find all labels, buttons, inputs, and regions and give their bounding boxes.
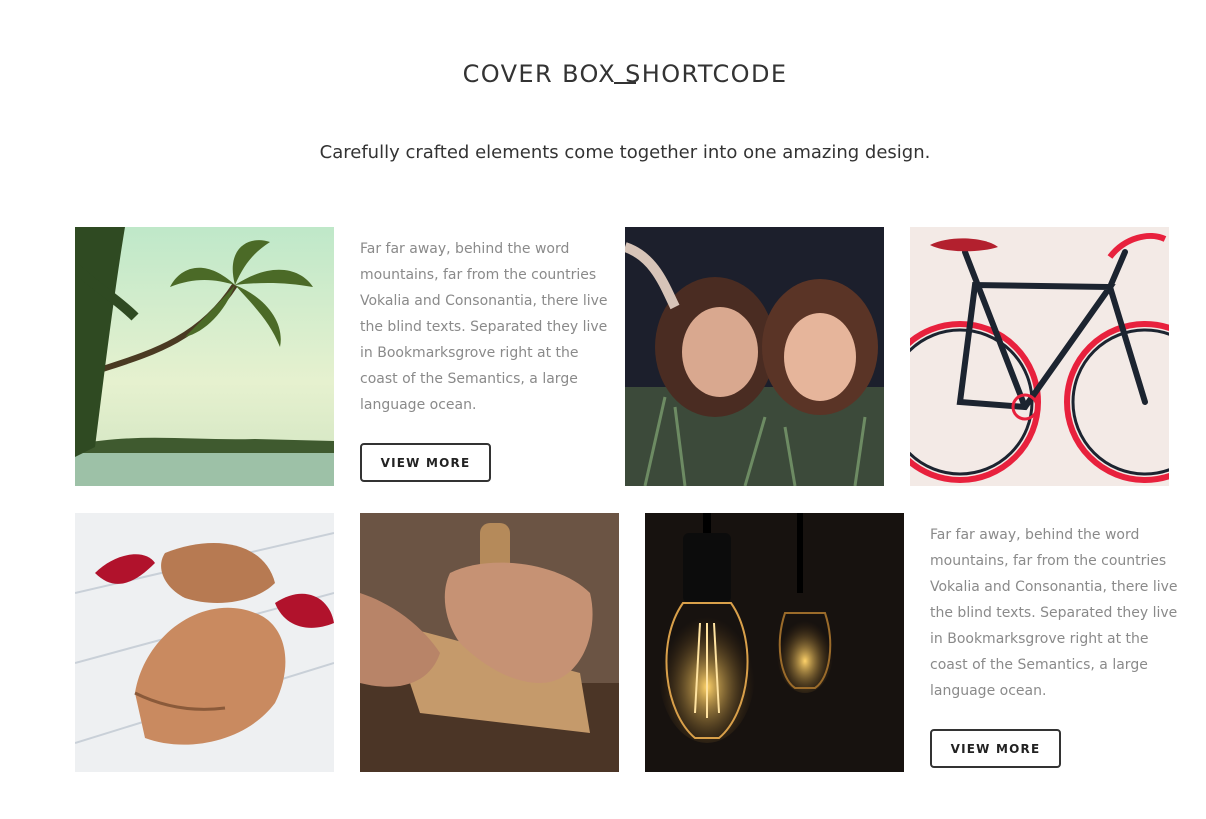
carpenter-hands-image[interactable] [360,513,619,772]
title-divider [614,82,636,84]
page-subtitle: Carefully crafted elements come together… [319,142,931,163]
cover-text-block-1: Far far away, behind the word mountains,… [360,236,610,418]
cover-text-block-2: Far far away, behind the word mountains,… [930,522,1180,704]
cover-description: Far far away, behind the word mountains,… [930,527,1178,699]
sneakers-image[interactable] [75,513,334,772]
view-more-button[interactable]: VIEW MORE [360,443,491,482]
two-girls-image[interactable] [625,227,884,486]
cover-description: Far far away, behind the word mountains,… [360,241,608,413]
page-title: COVER BOX SHORTCODE [462,60,788,89]
view-more-button[interactable]: VIEW MORE [930,729,1061,768]
light-bulbs-image[interactable] [645,513,904,772]
bicycle-image[interactable] [910,227,1169,486]
palm-tree-image[interactable] [75,227,334,486]
